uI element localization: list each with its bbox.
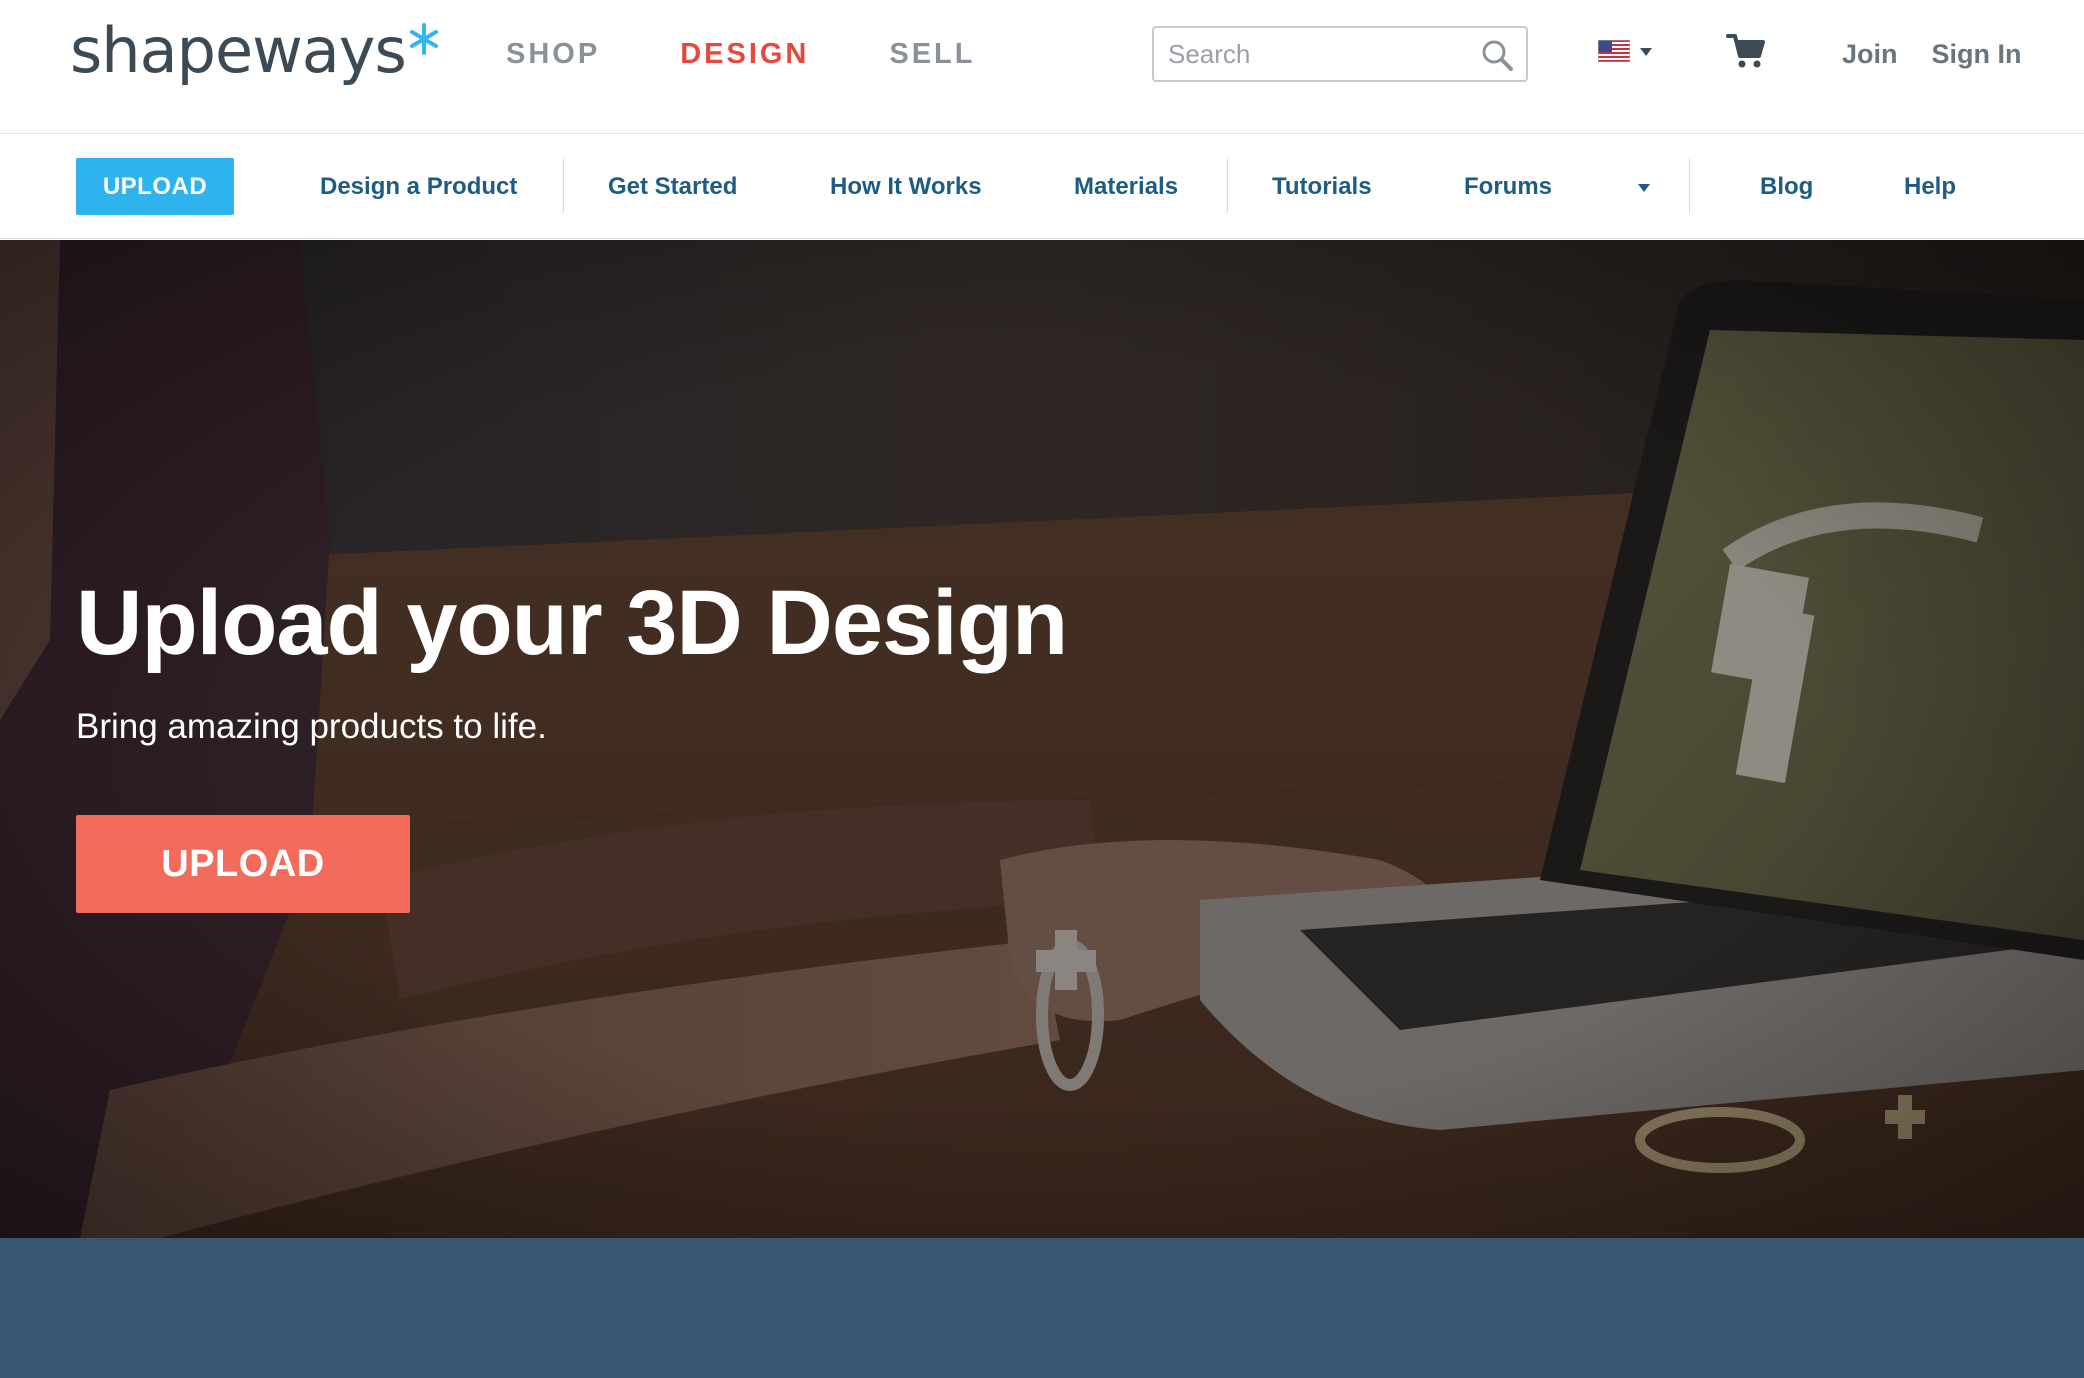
subnav-materials[interactable]: Materials [1074,167,1178,207]
hero-banner: Upload your 3D Design Bring amazing prod… [0,240,2084,1238]
nav-sell[interactable]: SELL [889,34,975,74]
hero-title: Upload your 3D Design [76,572,1068,674]
nav-shop[interactable]: SHOP [506,34,600,74]
shapeways-logo[interactable]: shapeways [70,16,441,86]
subnav-design-a-product[interactable]: Design a Product [320,167,517,207]
search-box [1152,26,1528,82]
hero-upload-button[interactable]: UPLOAD [76,815,410,913]
subnav-divider [1227,159,1228,213]
auth-links: Join Sign In [1842,34,2022,74]
subnav-get-started[interactable]: Get Started [608,167,737,207]
nav-design[interactable]: DESIGN [680,34,809,74]
search-input[interactable] [1168,36,1468,72]
top-header: shapeways SHOP DESIGN SELL Search Join S… [0,0,2084,134]
us-flag-icon[interactable] [1598,40,1630,62]
search-icon[interactable] [1480,38,1514,72]
subnav-forums[interactable]: Forums [1464,167,1552,207]
content-band [0,1238,2084,1378]
hero-subtitle: Bring amazing products to life. [76,707,547,746]
design-subnav: UPLOAD Design a Product Get Started How … [0,135,2084,239]
subnav-divider [563,159,564,213]
signin-link[interactable]: Sign In [1932,34,2022,74]
logo-star-icon [409,23,438,55]
forums-dropdown-icon[interactable] [1638,184,1650,192]
subnav-how-it-works[interactable]: How It Works [830,167,982,207]
logo-wordmark: shapeways [70,14,407,87]
main-nav: SHOP DESIGN SELL [506,34,1056,74]
locale-caret-icon[interactable] [1640,48,1652,56]
subnav-tutorials[interactable]: Tutorials [1272,167,1372,207]
subnav-help[interactable]: Help [1904,167,1956,207]
join-link[interactable]: Join [1842,34,1898,74]
upload-button[interactable]: UPLOAD [76,158,234,215]
shopping-cart-icon[interactable] [1726,32,1766,70]
subnav-divider [1689,159,1690,213]
subnav-blog[interactable]: Blog [1760,167,1813,207]
